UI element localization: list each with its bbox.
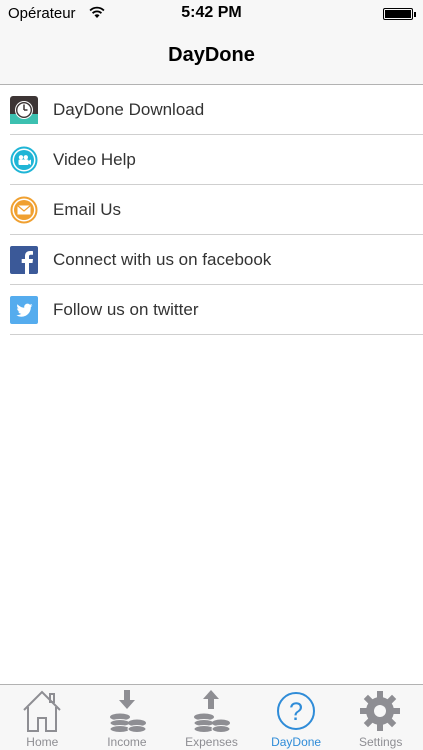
house-icon	[23, 690, 61, 732]
menu-item-video-help[interactable]: Video Help	[0, 135, 423, 185]
menu-item-label: Connect with us on facebook	[53, 250, 272, 269]
tab-label: Expenses	[185, 735, 238, 749]
menu-list: DayDone Download Video Help Email Us Con…	[0, 85, 423, 335]
tab-bar: Home Income Expenses ? DayDone Settings	[0, 684, 423, 750]
page-title: DayDone	[168, 44, 255, 66]
tab-home[interactable]: Home	[0, 685, 85, 750]
twitter-icon	[10, 296, 38, 324]
tab-label: DayDone	[271, 735, 322, 749]
menu-item-email-us[interactable]: Email Us	[0, 185, 423, 235]
coins-up-arrow-icon	[193, 690, 231, 733]
envelope-icon	[10, 196, 38, 224]
facebook-icon	[10, 246, 38, 274]
gear-icon	[360, 691, 401, 731]
status-bar: Opérateur 5:42 PM	[0, 0, 423, 28]
tab-label: Income	[107, 735, 147, 749]
menu-item-facebook[interactable]: Connect with us on facebook	[0, 235, 423, 285]
tab-settings[interactable]: Settings	[338, 685, 423, 750]
menu-item-label: DayDone Download	[53, 100, 205, 119]
tab-expenses[interactable]: Expenses	[169, 685, 254, 750]
tab-daydone[interactable]: ? DayDone	[254, 685, 339, 750]
menu-item-label: Email Us	[53, 200, 122, 219]
tab-income[interactable]: Income	[85, 685, 170, 750]
svg-text:?: ?	[289, 698, 303, 726]
battery-icon	[383, 8, 416, 20]
menu-item-label: Follow us on twitter	[53, 300, 199, 319]
tab-label: Home	[26, 735, 59, 749]
menu-item-daydone-download[interactable]: DayDone Download	[0, 85, 423, 135]
navigation-bar: DayDone	[0, 28, 423, 85]
tab-label: Settings	[359, 735, 403, 749]
coins-down-arrow-icon	[109, 690, 147, 733]
clock-icon	[10, 96, 38, 124]
question-mark-icon: ?	[276, 692, 315, 730]
status-time: 5:42 PM	[181, 4, 242, 21]
video-camera-icon	[10, 146, 38, 174]
menu-item-label: Video Help	[53, 150, 136, 169]
menu-item-twitter[interactable]: Follow us on twitter	[0, 285, 423, 335]
